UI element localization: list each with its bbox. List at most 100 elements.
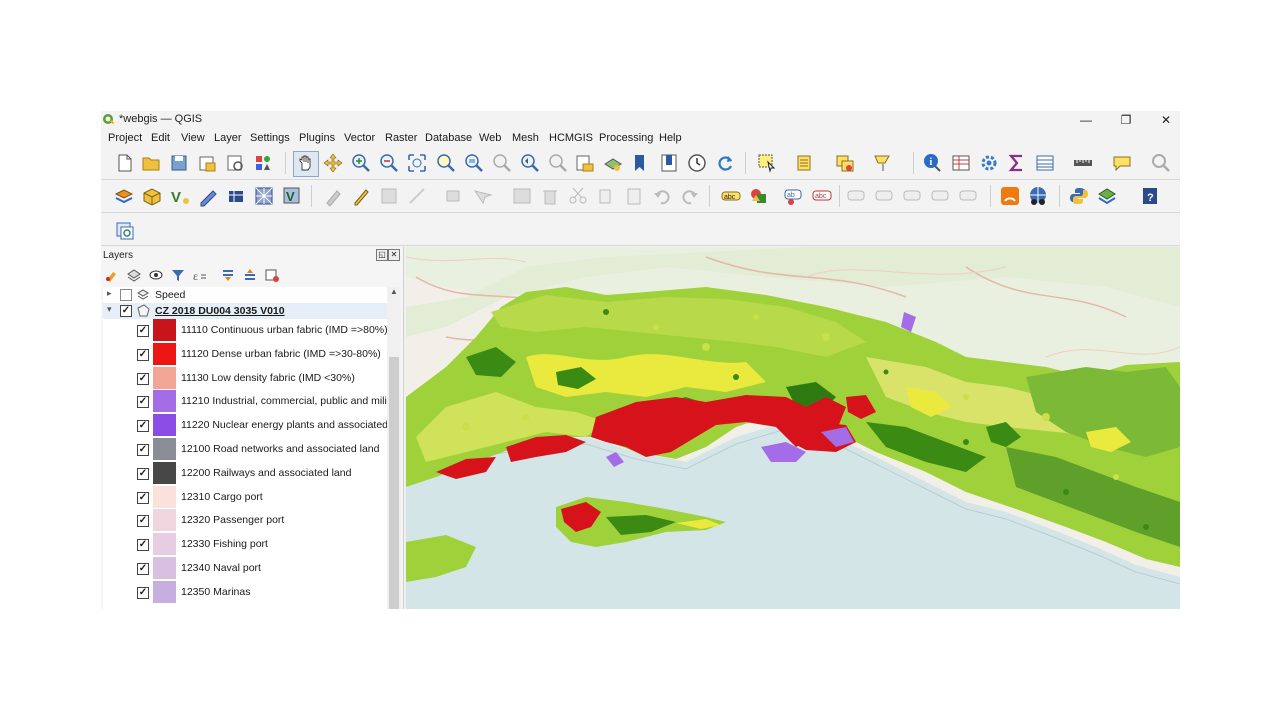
- diagram-pin-icon[interactable]: [846, 185, 868, 207]
- maximize-button[interactable]: ❐: [1108, 111, 1144, 129]
- menu-database[interactable]: Database: [425, 132, 472, 144]
- move-label-icon[interactable]: [874, 185, 896, 207]
- copy-features-icon[interactable]: [595, 185, 617, 207]
- scroll-up-icon[interactable]: ▲: [390, 287, 398, 296]
- vertex-tool-icon[interactable]: [443, 185, 465, 207]
- menu-layer[interactable]: Layer: [214, 132, 242, 144]
- class-checkbox[interactable]: ✓: [137, 467, 149, 480]
- statistics-sum-icon[interactable]: [1006, 152, 1028, 174]
- field-calculator-icon[interactable]: [1034, 152, 1056, 174]
- class-checkbox[interactable]: ✓: [137, 444, 149, 456]
- class-checkbox[interactable]: ✓: [137, 539, 149, 552]
- filter-expression-icon[interactable]: ε: [192, 267, 208, 283]
- label-properties-icon[interactable]: [958, 185, 980, 207]
- new-shapefile-icon[interactable]: V: [169, 185, 191, 207]
- legend-class-row[interactable]: ✓ 12100 Road networks and associated land: [103, 438, 387, 460]
- float-panel-button[interactable]: ◱: [376, 249, 388, 261]
- filter-legend-icon[interactable]: [170, 267, 186, 283]
- menu-edit[interactable]: Edit: [151, 132, 170, 144]
- class-checkbox[interactable]: ✓: [137, 396, 149, 409]
- remove-layer-icon[interactable]: [264, 267, 280, 283]
- label-toolbar-icon[interactable]: abc: [720, 185, 742, 207]
- new-project-icon[interactable]: [113, 152, 135, 174]
- minimize-button[interactable]: —: [1068, 111, 1104, 129]
- legend-class-row[interactable]: ✓ 12200 Railways and associated land: [103, 461, 387, 484]
- attribute-table-icon[interactable]: [950, 152, 972, 174]
- delete-selected-icon[interactable]: [539, 185, 561, 207]
- zoom-to-selection-icon[interactable]: [434, 152, 456, 174]
- layout-manager-icon[interactable]: [224, 152, 246, 174]
- select-by-expression-icon[interactable]: [794, 152, 816, 174]
- open-styling-panel-icon[interactable]: [104, 267, 120, 283]
- toggle-editing-icon[interactable]: [323, 185, 345, 207]
- layer-group-row[interactable]: ▸ Speed: [103, 287, 387, 303]
- legend-class-row[interactable]: ✓ 12320 Passenger port: [103, 509, 387, 532]
- label-show-icon[interactable]: abc: [811, 185, 833, 207]
- refresh-icon[interactable]: [714, 152, 736, 174]
- legend-class-row[interactable]: ✓ 12340 Naval port: [103, 557, 387, 579]
- menu-settings[interactable]: Settings: [250, 132, 290, 144]
- data-source-manager-icon[interactable]: [113, 185, 135, 207]
- legend-class-row[interactable]: ✓ 12330 Fishing port: [103, 533, 387, 556]
- cut-features-icon[interactable]: [567, 185, 589, 207]
- legend-class-row[interactable]: ✓ 12310 Cargo port: [103, 485, 387, 508]
- digitize-icon[interactable]: [197, 185, 219, 207]
- settings-gear-icon[interactable]: [978, 152, 1000, 174]
- print-layout-icon[interactable]: [196, 152, 218, 174]
- globe-plugin-icon[interactable]: [1027, 185, 1049, 207]
- change-label-icon[interactable]: [930, 185, 952, 207]
- measure-icon[interactable]: [1072, 152, 1094, 174]
- legend-class-row[interactable]: ✓ 11110 Continuous urban fabric (IMD =>80…: [103, 319, 387, 341]
- expand-all-icon[interactable]: [220, 267, 236, 283]
- style-manager-icon[interactable]: [252, 152, 274, 174]
- annotation-icon[interactable]: [1111, 152, 1133, 174]
- help-icon[interactable]: ?: [1139, 185, 1161, 207]
- close-panel-button[interactable]: ✕: [388, 249, 400, 261]
- legend-class-row[interactable]: ✓ 11220 Nuclear energy plants and associa…: [103, 414, 387, 437]
- move-feature-icon[interactable]: [471, 185, 493, 207]
- class-checkbox[interactable]: ✓: [137, 420, 149, 433]
- paste-features-icon[interactable]: [623, 185, 645, 207]
- class-checkbox[interactable]: ✓: [137, 563, 149, 575]
- menu-raster[interactable]: Raster: [385, 132, 417, 144]
- new-mesh-icon[interactable]: [253, 185, 275, 207]
- close-button[interactable]: ✕: [1148, 111, 1180, 129]
- zoom-last-icon[interactable]: [518, 152, 540, 174]
- layer-tree-scrollbar[interactable]: ▲: [387, 287, 401, 609]
- save-project-icon[interactable]: [168, 152, 190, 174]
- menu-vector[interactable]: Vector: [344, 132, 375, 144]
- menu-mesh[interactable]: Mesh: [512, 132, 539, 144]
- zoom-next-icon[interactable]: [546, 152, 568, 174]
- label-highlight-icon[interactable]: [748, 185, 770, 207]
- zoom-to-layer-icon[interactable]: [462, 152, 484, 174]
- select-feature-icon[interactable]: [756, 152, 778, 174]
- zoom-native-icon[interactable]: [490, 152, 512, 174]
- new-map-view-icon[interactable]: [574, 152, 596, 174]
- class-checkbox[interactable]: ✓: [137, 325, 149, 337]
- new-3d-view-icon[interactable]: [602, 152, 624, 174]
- edit-pencil-icon[interactable]: [350, 185, 372, 207]
- class-checkbox[interactable]: ✓: [137, 348, 149, 361]
- map-canvas[interactable]: [406, 247, 1180, 609]
- layers-plugin-icon[interactable]: [1096, 185, 1118, 207]
- add-wms-icon[interactable]: V: [281, 185, 303, 207]
- collapse-arrow-icon[interactable]: ▾: [107, 304, 112, 315]
- label-pin-icon[interactable]: ab: [783, 185, 805, 207]
- menu-help[interactable]: Help: [659, 132, 682, 144]
- modify-attributes-icon[interactable]: [511, 185, 533, 207]
- class-checkbox[interactable]: ✓: [137, 586, 149, 599]
- zoom-out-icon[interactable]: [378, 152, 400, 174]
- menu-web[interactable]: Web: [479, 132, 501, 144]
- select-location-icon[interactable]: [872, 152, 894, 174]
- deselect-icon[interactable]: [834, 152, 856, 174]
- menu-processing[interactable]: Processing: [599, 132, 653, 144]
- new-virtual-layer-icon[interactable]: [225, 185, 247, 207]
- zoom-full-icon[interactable]: [406, 152, 428, 174]
- collapse-all-icon[interactable]: [242, 267, 258, 283]
- pan-to-selection-icon[interactable]: [322, 152, 344, 174]
- show-bookmarks-icon[interactable]: [658, 152, 680, 174]
- search-icon[interactable]: [1150, 152, 1172, 174]
- undo-icon[interactable]: [651, 185, 673, 207]
- scrollbar-thumb[interactable]: [389, 357, 399, 609]
- class-checkbox[interactable]: ✓: [137, 372, 149, 385]
